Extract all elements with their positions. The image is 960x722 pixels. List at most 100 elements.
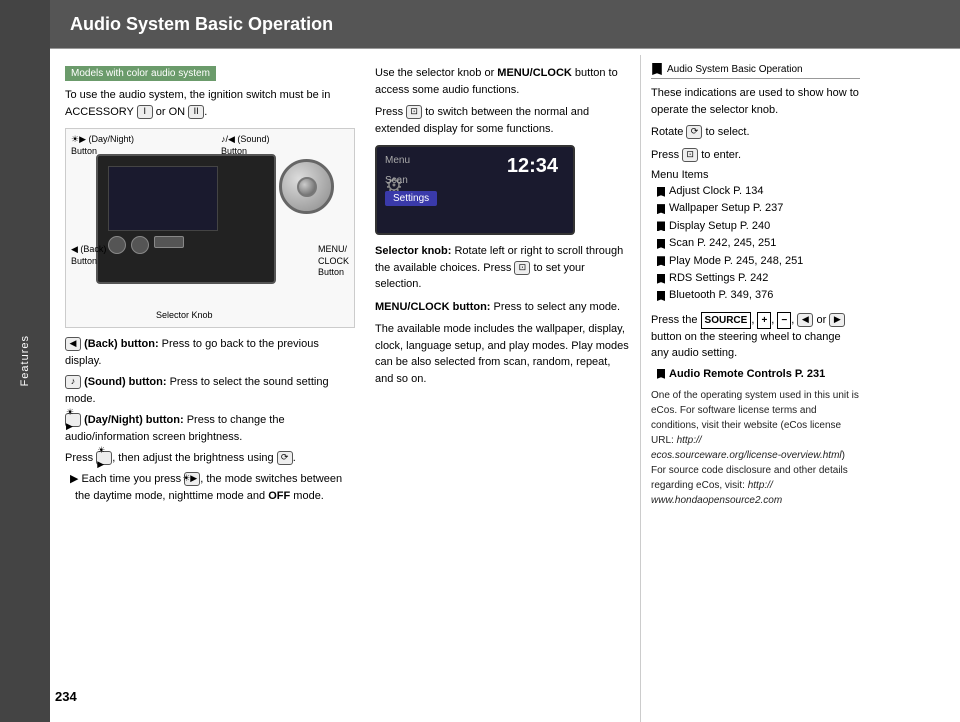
back-label: ◀ (Back)Button — [71, 244, 106, 267]
menu-item-6: Bluetooth P. 349, 376 — [651, 288, 860, 303]
right-intro1: These indications are used to show how t… — [651, 85, 860, 118]
back-button-label: (Back) button: — [84, 338, 159, 350]
head-unit-buttons — [108, 236, 184, 254]
display-scan: Scan — [385, 175, 408, 186]
remote-link: Audio Remote Controls P. 231 — [651, 368, 860, 380]
menu-items-list: Adjust Clock P. 134 Wallpaper Setup P. 2… — [651, 184, 860, 304]
book-icon-6 — [656, 291, 666, 301]
book-icon-2 — [656, 221, 666, 231]
menu-item-2: Display Setup P. 240 — [651, 219, 860, 234]
menu-item-label-5: RDS Settings — [669, 271, 735, 286]
button-2 — [131, 236, 149, 254]
main-content: Models with color audio system To use th… — [50, 55, 960, 722]
plus-btn: + — [757, 312, 771, 329]
middle-column: Use the selector knob or MENU/CLOCK butt… — [370, 55, 640, 722]
menu-item-1: Wallpaper Setup P. 237 — [651, 201, 860, 216]
display-settings: Settings — [385, 191, 437, 206]
software-text: One of the operating system used in this… — [651, 388, 860, 508]
press-enter-icon: ⊡ — [682, 148, 698, 162]
menu-item-0: Adjust Clock P. 134 — [651, 184, 860, 199]
menu-items-title: Menu Items — [651, 169, 860, 181]
display-preview: Menu 12:34 ⚙ Scan Settings — [375, 145, 575, 235]
menu-clock-label: MENU/CLOCKButton — [318, 244, 349, 279]
remote-link-page: P. 231 — [795, 368, 825, 380]
press-icon: ☀▶ — [96, 451, 112, 465]
menu-clock-bold: MENU/CLOCK — [497, 67, 572, 79]
display-time: 12:34 — [507, 155, 558, 178]
menu-item-label-6: Bluetooth — [669, 288, 715, 303]
button-1 — [108, 236, 126, 254]
book-icon-remote — [656, 369, 666, 379]
header-title: Audio System Basic Operation — [70, 14, 333, 35]
menu-item-page-1: P. 237 — [753, 201, 783, 216]
book-icon-3 — [656, 239, 666, 249]
diagram-wrapper: ☀▶ (Day/Night)Button ♪/◀ (Sound)Button ◀… — [65, 128, 358, 328]
sound-icon: ♪ — [65, 375, 81, 389]
each-time-item: ▶ Each time you press ☀▶, the mode switc… — [65, 471, 358, 505]
menu-item-page-2: P. 240 — [740, 219, 770, 234]
ecos-url-2: ecos.sourceware.org/license-overview.htm… — [651, 450, 842, 461]
sidebar-label: Features — [19, 335, 31, 386]
sound-button-info: ♪ (Sound) button: Press to select the so… — [65, 374, 358, 408]
next-btn: ▶ — [829, 313, 845, 327]
daynight-icon: ☀ — [71, 134, 79, 144]
menu-clock-bold-label: MENU/CLOCK button: — [375, 301, 490, 313]
sidebar: Features — [0, 0, 50, 722]
bottom-text-left: ◀ (Back) button: Press to go back to the… — [65, 336, 358, 505]
selector-knob-label: Selector Knob — [156, 310, 213, 322]
head-unit-screen — [108, 166, 218, 231]
daynight-button-label: (Day/Night) button: — [84, 414, 184, 426]
book-icon-4 — [656, 256, 666, 266]
source-button-label: SOURCE — [701, 312, 752, 329]
adjust-icon: ⟳ — [277, 451, 293, 465]
back-icon: ◀ — [65, 337, 81, 351]
intro-text: To use the audio system, the ignition sw… — [65, 87, 358, 120]
press-enter-text: Press ⊡ to enter. — [651, 147, 860, 164]
ecos-url-3: http:// — [748, 480, 773, 491]
menu-item-label-3: Scan — [669, 236, 694, 251]
right-panel: Audio System Basic Operation These indic… — [640, 55, 870, 722]
back-button-info: ◀ (Back) button: Press to go back to the… — [65, 336, 358, 370]
ecos-url-1: http:// — [677, 435, 702, 446]
header: Audio System Basic Operation — [50, 0, 960, 48]
right-panel-title-text: Audio System Basic Operation — [667, 64, 803, 75]
book-icon-0 — [656, 187, 666, 197]
menu-item-page-5: P. 242 — [738, 271, 768, 286]
sound-button-label: (Sound) button: — [84, 376, 166, 388]
menu-item-3: Scan P. 242, 245, 251 — [651, 236, 860, 251]
selector-knob-bold-label: Selector knob: — [375, 245, 451, 257]
menu-item-page-3: P. 242, 245, 251 — [697, 236, 776, 251]
available-mode-text: The available mode includes the wallpape… — [375, 321, 630, 387]
accessory-icon-1: I — [137, 105, 153, 119]
menu-item-label-2: Display Setup — [669, 219, 737, 234]
press-adjust-text: Press ☀▶, then adjust the brightness usi… — [65, 450, 358, 467]
selector-knob-inner — [297, 177, 317, 197]
selector-knob-info: Selector knob: Rotate left or right to s… — [375, 243, 630, 293]
rotate-icon: ⟳ — [686, 125, 702, 139]
accessory-icon-2: II — [188, 105, 204, 119]
book-icon-5 — [656, 274, 666, 284]
menu-item-page-4: P. 245, 248, 251 — [724, 254, 803, 269]
button-3 — [154, 236, 184, 248]
source-line: Press the SOURCE, +, −, ◀ or ▶ button on… — [651, 312, 860, 362]
menu-item-5: RDS Settings P. 242 — [651, 271, 860, 286]
left-column: Models with color audio system To use th… — [50, 55, 370, 722]
remote-link-label: Audio Remote Controls — [669, 368, 792, 380]
book-icon — [651, 63, 663, 75]
daynight-arrow: ▶ — [79, 134, 86, 144]
press-switch-text: Press ⊡ to switch between the normal and… — [375, 104, 630, 137]
minus-btn: − — [777, 312, 791, 329]
display-menu: Menu — [385, 155, 410, 166]
menu-item-label-4: Play Mode — [669, 254, 721, 269]
menu-clock-info: MENU/CLOCK button: Press to select any m… — [375, 299, 630, 316]
sound-label: ♪/◀ (Sound)Button — [221, 134, 269, 157]
switch-icon: ⊡ — [406, 105, 422, 119]
off-label: OFF — [268, 490, 290, 502]
press-sel-icon: ⊡ — [514, 261, 530, 275]
selector-knob-diagram — [279, 159, 334, 214]
menu-item-label-0: Adjust Clock — [669, 184, 730, 199]
audio-diagram: ☀▶ (Day/Night)Button ♪/◀ (Sound)Button ◀… — [65, 128, 355, 328]
rotate-text: Rotate ⟳ to select. — [651, 124, 860, 141]
daynight-label: ☀▶ (Day/Night)Button — [71, 134, 134, 157]
right-panel-title: Audio System Basic Operation — [651, 63, 860, 79]
